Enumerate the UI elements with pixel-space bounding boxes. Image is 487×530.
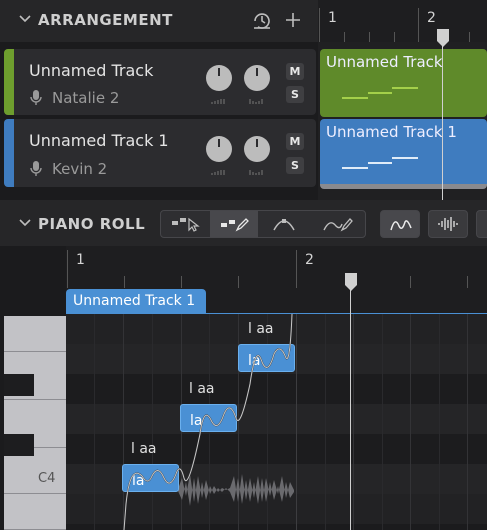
mini-note [368, 162, 392, 164]
extra-view-button[interactable] [476, 210, 487, 238]
bar-number: 1 [328, 10, 337, 26]
track-row-1[interactable]: Unnamed Track Natalie 2 M S [4, 49, 316, 115]
pitch-curve[interactable] [120, 314, 300, 530]
select-tool-button[interactable] [161, 211, 209, 237]
microphone-icon [30, 90, 42, 105]
mini-note [392, 157, 418, 159]
clip-track-2[interactable]: Unnamed Track 1 [320, 119, 487, 189]
piano-keyboard[interactable]: C4 [0, 314, 66, 530]
piano-roll-ruler[interactable]: 1 2 [66, 246, 487, 288]
microphone-icon [30, 161, 42, 176]
arrangement-title: ARRANGEMENT [38, 11, 173, 29]
volume-meter-icon [211, 99, 225, 104]
piano-key[interactable] [4, 316, 66, 352]
add-track-icon[interactable] [284, 11, 302, 29]
mute-button[interactable]: M [286, 63, 304, 80]
curve-tool-icon [273, 219, 295, 231]
piano-black-key[interactable] [4, 434, 34, 456]
arrangement-header: ARRANGEMENT [0, 0, 318, 42]
singer-name[interactable]: Natalie 2 [52, 89, 119, 107]
pitch-view-button[interactable] [380, 210, 420, 238]
waveform-view-button[interactable] [428, 210, 468, 238]
track-name[interactable]: Unnamed Track [29, 61, 153, 80]
solo-button[interactable]: S [286, 157, 304, 174]
waveform-icon [438, 217, 458, 231]
chevron-down-icon[interactable] [18, 12, 32, 26]
key-label: C4 [38, 471, 56, 486]
pan-knob[interactable] [244, 136, 270, 162]
playhead-handle-icon[interactable] [344, 272, 358, 292]
clip-title: Unnamed Track 1 [326, 123, 457, 141]
track-name[interactable]: Unnamed Track 1 [29, 131, 169, 150]
arrangement-ruler[interactable]: 1 2 [318, 0, 487, 42]
timer-icon[interactable] [252, 11, 272, 31]
track-color-stripe [4, 49, 14, 115]
clip-label-tab[interactable]: Unnamed Track 1 [66, 289, 206, 315]
piano-roll-header: PIANO ROLL [0, 200, 487, 246]
volume-knob[interactable] [206, 65, 232, 91]
track-color-stripe [4, 119, 14, 187]
clip-title: Unnamed Track [326, 53, 443, 71]
playhead-line [442, 46, 443, 200]
mini-note [342, 97, 368, 99]
pan-meter-icon [249, 170, 263, 175]
pan-meter-icon [249, 99, 263, 104]
volume-meter-icon [211, 170, 225, 175]
bar-number: 2 [427, 10, 436, 26]
piano-roll-corner [0, 246, 66, 314]
draw-pitch-icon [323, 218, 353, 232]
mini-note [342, 167, 368, 169]
chevron-down-icon[interactable] [18, 216, 32, 230]
volume-knob[interactable] [206, 136, 232, 162]
draw-pitch-tool-button[interactable] [310, 211, 366, 237]
mute-button[interactable]: M [286, 133, 304, 150]
singer-name[interactable]: Kevin 2 [52, 160, 107, 178]
piano-roll-title: PIANO ROLL [38, 215, 146, 233]
pitch-curve-icon [390, 220, 412, 231]
solo-button[interactable]: S [286, 86, 304, 103]
pencil-tool-button[interactable] [210, 211, 258, 237]
curve-tool-button[interactable] [259, 211, 309, 237]
pan-knob[interactable] [244, 65, 270, 91]
tool-group [160, 210, 366, 238]
clip-track-1[interactable]: Unnamed Track [320, 49, 487, 117]
pencil-tool-icon [221, 218, 249, 232]
bar-number: 2 [305, 252, 314, 268]
select-tool-icon [172, 217, 200, 232]
bar-number: 1 [76, 252, 85, 268]
clip-label: Unnamed Track 1 [73, 293, 196, 309]
piano-key[interactable] [4, 494, 66, 530]
playhead-line [350, 290, 351, 530]
track-row-2[interactable]: Unnamed Track 1 Kevin 2 M S [4, 119, 316, 187]
mini-note [392, 87, 418, 89]
piano-black-key[interactable] [4, 374, 34, 396]
mini-note [368, 92, 392, 94]
playhead-handle-icon[interactable] [436, 28, 450, 48]
